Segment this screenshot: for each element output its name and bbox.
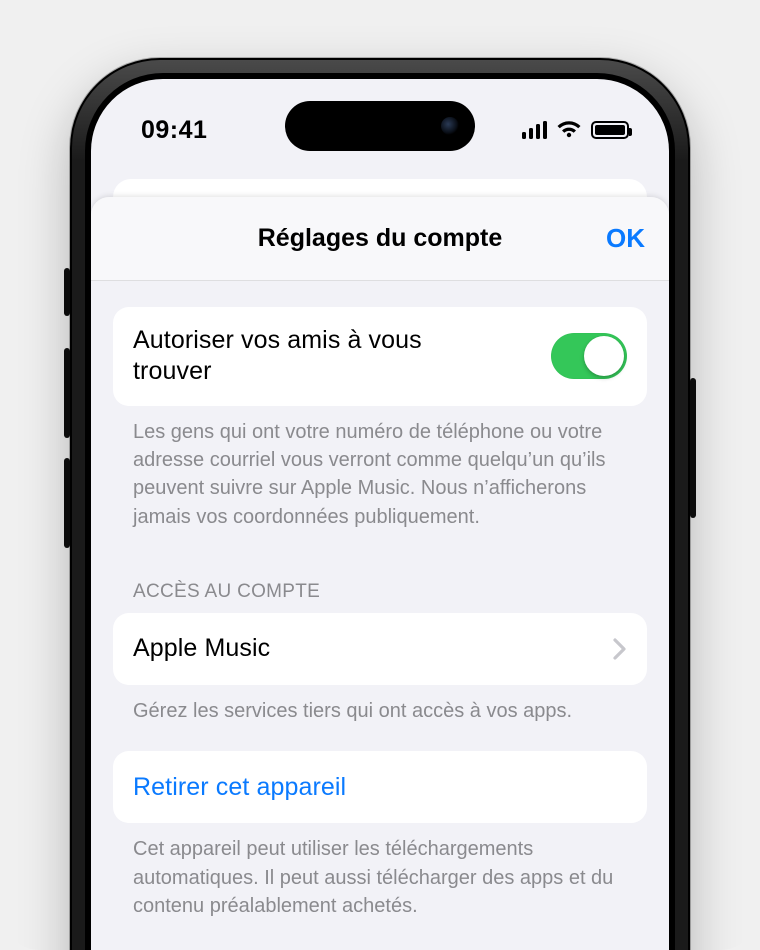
side-button-volume-down — [64, 458, 70, 548]
account-access-footer: Gérez les services tiers qui ont accès à… — [113, 685, 647, 725]
wifi-icon — [556, 120, 582, 140]
battery-icon — [591, 121, 629, 139]
find-friends-footer: Les gens qui ont votre numéro de télépho… — [113, 406, 647, 532]
find-friends-group: Autoriser vos amis à vous trouver Les ge… — [113, 307, 647, 531]
status-time: 09:41 — [141, 116, 207, 145]
phone-screen: 09:41 — [91, 79, 669, 950]
dynamic-island — [285, 101, 475, 151]
status-icons — [522, 120, 630, 140]
sheet-header: Réglages du compte OK — [91, 197, 669, 281]
side-button-silent — [64, 268, 70, 316]
account-access-group: ACCÈS AU COMPTE Apple Music Gérez les se… — [113, 539, 647, 725]
side-button-volume-up — [64, 348, 70, 438]
sheet-body: Autoriser vos amis à vous trouver Les ge… — [91, 307, 669, 921]
remove-device-button[interactable]: Retirer cet appareil — [113, 751, 647, 823]
front-camera-icon — [441, 117, 459, 135]
phone-frame: 09:41 — [70, 58, 690, 950]
find-friends-row: Autoriser vos amis à vous trouver — [113, 307, 647, 406]
account-settings-sheet: Réglages du compte OK Autoriser vos amis… — [91, 197, 669, 950]
sheet-title: Réglages du compte — [258, 224, 503, 253]
cellular-signal-icon — [522, 121, 548, 139]
chevron-right-icon — [613, 638, 627, 660]
account-access-header: ACCÈS AU COMPTE — [113, 539, 647, 613]
toggle-knob-icon — [584, 336, 624, 376]
find-friends-toggle[interactable] — [551, 333, 627, 379]
done-button[interactable]: OK — [606, 223, 645, 254]
remove-device-label: Retirer cet appareil — [133, 772, 346, 803]
remove-device-group: Retirer cet appareil Cet appareil peut u… — [113, 751, 647, 920]
side-button-power — [690, 378, 696, 518]
account-access-item-label: Apple Music — [133, 633, 270, 664]
stage: 09:41 — [0, 0, 760, 950]
remove-device-footer: Cet appareil peut utiliser les télécharg… — [113, 823, 647, 920]
find-friends-label: Autoriser vos amis à vous trouver — [133, 325, 493, 388]
account-access-apple-music-row[interactable]: Apple Music — [113, 613, 647, 685]
